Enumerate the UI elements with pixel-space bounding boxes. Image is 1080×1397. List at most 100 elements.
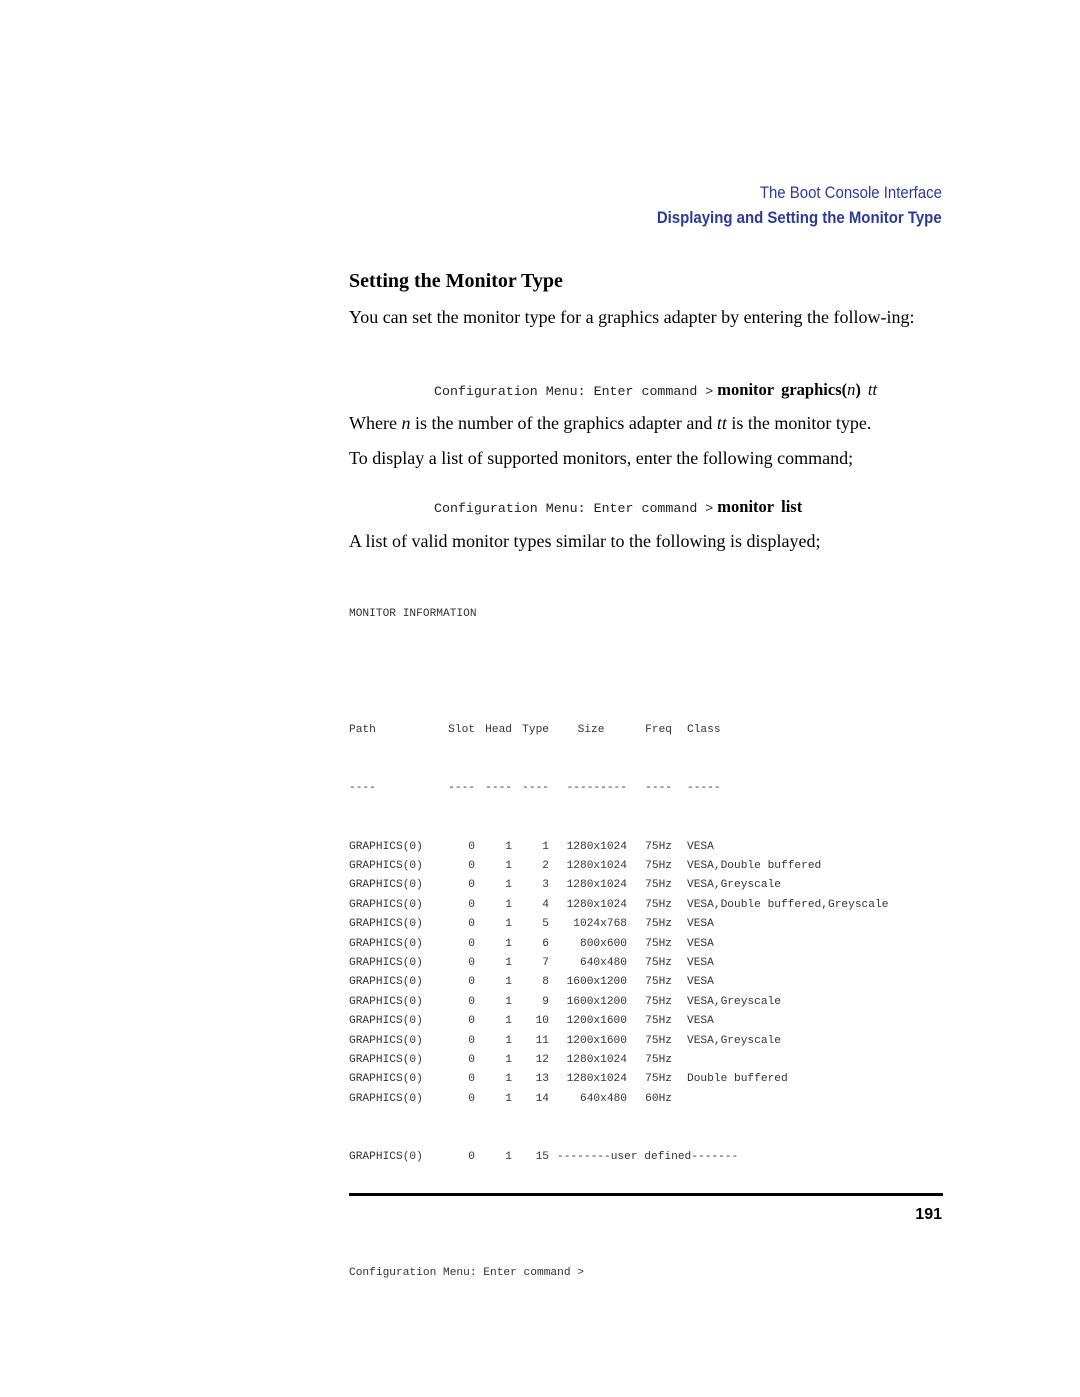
column-header: Head [485,724,512,737]
intro-paragraph: You can set the monitor type for a graph… [349,307,915,327]
cell-head: 1 [505,898,512,911]
command-keyword: graphics( [781,380,848,399]
cell-freq: 75Hz [645,956,672,969]
column-header: Freq [645,724,672,737]
cell-size: 1600x1200 [566,995,627,1008]
command-set-monitor: Configuration Menu: Enter command > moni… [434,380,877,400]
cell-size: 640x480 [580,956,627,969]
cell-path: GRAPHICS(0) [349,898,423,911]
table-row: GRAPHICS(0) 0 1 6 800x600 75Hz VESA [349,935,888,954]
cell-class: VESA,Double buffered [687,860,822,873]
underline: ---- [448,782,475,795]
cell-slot: 0 [468,1053,475,1066]
cell-path: GRAPHICS(0) [349,1053,423,1066]
cell-freq: 75Hz [645,860,672,873]
final-prompt: Configuration Menu: Enter command > [349,1264,888,1283]
table-underline-row: ---- ---- ---- ---- --------- ---- ----- [349,779,888,798]
running-header-section: Displaying and Setting the Monitor Type [657,208,942,227]
cell-size: 1280x1024 [566,1073,627,1086]
table-row: GRAPHICS(0) 0 1 9 1600x1200 75Hz VESA,Greyscal… [349,993,888,1012]
cell-type: 7 [542,956,549,969]
page-number: 191 [915,1206,942,1223]
cell-class: VESA [687,956,714,969]
cell-freq: 75Hz [645,918,672,931]
cell-freq: 75Hz [645,1053,672,1066]
cell-head: 1 [505,937,512,950]
command-keyword: list [781,497,803,516]
cell-type: 9 [542,995,549,1008]
cell-size: 640x480 [580,1092,627,1105]
table-row: GRAPHICS(0) 0 1 3 1280x1024 75Hz VESA,Greyscal… [349,876,888,895]
cell-freq: 75Hz [645,898,672,911]
command-monitor-list: Configuration Menu: Enter command > moni… [434,497,802,517]
command-keyword: monitor [717,497,775,516]
cell-path: GRAPHICS(0) [349,1015,423,1028]
prompt-text: Configuration Menu: Enter command > [349,1267,584,1280]
command-prompt: Configuration Menu: Enter command > [434,501,714,516]
cell-head: 1 [505,840,512,853]
cell-class: VESA,Greyscale [687,879,781,892]
underline: --------- [566,782,627,795]
cell-slot: 0 [468,937,475,950]
cell-class: Double buffered [687,1073,788,1086]
cell-class: VESA,Greyscale [687,995,781,1008]
cell-class: VESA,Greyscale [687,1034,781,1047]
command-paren: ) [855,380,861,399]
cell-path: GRAPHICS(0) [349,879,423,892]
cell-head: 1 [505,1150,512,1163]
table-row: GRAPHICS(0) 0 1 11 1200x1600 75Hz VESA,Greysca… [349,1032,888,1051]
cell-slot: 0 [468,898,475,911]
cell-head: 1 [505,860,512,873]
cell-head: 1 [505,1092,512,1105]
cell-path: GRAPHICS(0) [349,976,423,989]
column-header: Slot [448,724,475,737]
table-body: GRAPHICS(0) 0 1 1 1280x1024 75Hz VESA GRAPHICS(… [349,838,888,1109]
cell-type: 12 [535,1053,549,1066]
cell-path: GRAPHICS(0) [349,918,423,931]
cell-slot: 0 [468,995,475,1008]
cell-head: 1 [505,1015,512,1028]
table-row: GRAPHICS(0) 0 1 5 1024x768 75Hz VESA [349,915,888,934]
cell-class [672,1090,687,1109]
cell-slot: 0 [468,1150,475,1163]
cell-type: 2 [542,860,549,873]
cell-slot: 0 [468,840,475,853]
explanation-paragraph: Where n is the number of the graphics ad… [349,411,949,435]
cell-path: GRAPHICS(0) [349,1150,423,1163]
cell-slot: 0 [468,879,475,892]
cell-head: 1 [505,956,512,969]
cell-head: 1 [505,1034,512,1047]
running-header-chapter: The Boot Console Interface [759,183,942,202]
cell-path: GRAPHICS(0) [349,995,423,1008]
cell-freq: 75Hz [645,879,672,892]
table-row: GRAPHICS(0) 0 1 12 1280x1024 75Hz [349,1051,888,1070]
cell-size: 1200x1600 [566,1034,627,1047]
cell-slot: 0 [468,1073,475,1086]
cell-path: GRAPHICS(0) [349,1034,423,1047]
cell-path: GRAPHICS(0) [349,937,423,950]
text: Where [349,413,402,433]
cell-freq: 60Hz [645,1092,672,1105]
cell-freq: 75Hz [645,995,672,1008]
cell-size: 1200x1600 [566,1015,627,1028]
cell-class: VESA [687,1015,714,1028]
table-row: GRAPHICS(0) 0 1 13 1280x1024 75Hz Double buffe… [349,1070,888,1089]
underline: ---- [485,782,512,795]
cell-class: VESA [687,918,714,931]
cell-size: 1024x768 [573,918,627,931]
cell-size: 800x600 [580,937,627,950]
underline: ----- [687,782,721,795]
cell-freq: 75Hz [645,976,672,989]
cell-type: 1 [542,840,549,853]
cell-class [672,1051,687,1070]
cell-user-defined: --------user defined------- [557,1150,739,1163]
cell-class: VESA,Double buffered,Greyscale [687,898,889,911]
table-row: GRAPHICS(0) 0 1 7 640x480 75Hz VESA [349,954,888,973]
text: is the number of the graphics adapter an… [410,413,717,433]
cell-path: GRAPHICS(0) [349,1073,423,1086]
cell-freq: 75Hz [645,1034,672,1047]
cell-type: 14 [535,1092,549,1105]
heading-text: MONITOR INFORMATION [349,607,477,620]
variable-tt: tt [716,413,727,433]
cell-size: 1280x1024 [566,840,627,853]
